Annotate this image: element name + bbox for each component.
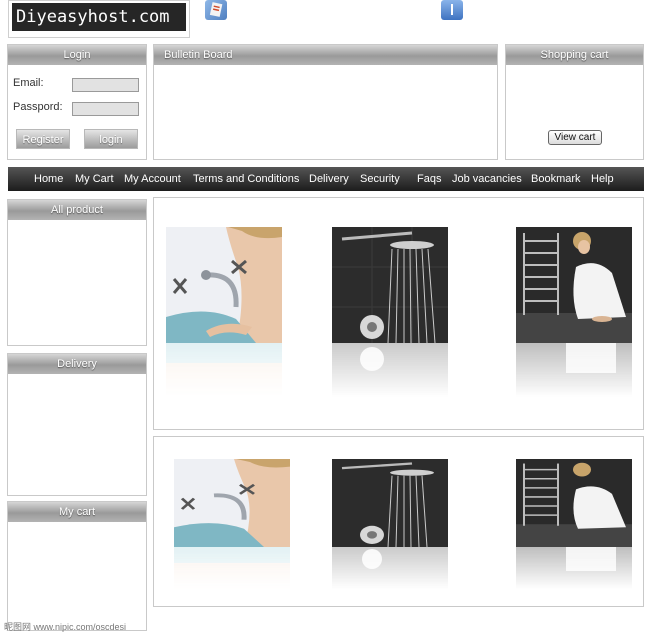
site-logo[interactable]: Diyeasyhost.com [12, 3, 186, 31]
nav-faqs[interactable]: Faqs [417, 167, 441, 191]
all-product-title: All product [8, 200, 146, 220]
towel-rail-photo[interactable] [516, 459, 632, 547]
main-nav: Home My Cart My Account Terms and Condit… [8, 167, 644, 191]
watermark-text: 昵图网 www.nipic.com/oscdesi [4, 622, 127, 632]
nav-job-vacancies[interactable]: Job vacancies [452, 167, 522, 191]
note-icon[interactable] [205, 0, 227, 20]
delivery-title: Delivery [8, 354, 146, 374]
nav-security[interactable]: Security [360, 167, 400, 191]
nav-my-account[interactable]: My Account [124, 167, 181, 191]
bulletin-panel: Bulletin Board [153, 44, 498, 160]
nav-help[interactable]: Help [591, 167, 614, 191]
delivery-panel: Delivery [7, 353, 147, 496]
register-button[interactable]: Register [16, 129, 70, 149]
all-product-panel: All product [7, 199, 147, 346]
shower-reflection [332, 343, 448, 397]
nav-home[interactable]: Home [34, 167, 63, 191]
info-icon[interactable] [441, 0, 463, 20]
nav-delivery[interactable]: Delivery [309, 167, 349, 191]
shower-reflection [332, 547, 448, 589]
nav-bookmark[interactable]: Bookmark [531, 167, 581, 191]
login-title: Login [8, 45, 146, 65]
towel-rail-reflection [516, 547, 632, 589]
login-button[interactable]: login [84, 129, 138, 149]
towel-rail-photo[interactable] [516, 227, 632, 343]
email-label: Email: [13, 77, 44, 89]
view-cart-button[interactable]: View cart [548, 130, 602, 145]
nav-terms[interactable]: Terms and Conditions [193, 167, 299, 191]
email-field[interactable] [72, 78, 139, 92]
faucet-photo[interactable] [174, 459, 290, 547]
faucet-reflection [174, 547, 290, 589]
shower-photo[interactable] [332, 459, 448, 547]
towel-rail-reflection [516, 343, 632, 397]
password-label: Passpord: [13, 101, 63, 113]
bulletin-title: Bulletin Board [154, 45, 497, 65]
faucet-reflection [166, 343, 282, 397]
cart-title: Shopping cart [506, 45, 643, 65]
password-field[interactable] [72, 102, 139, 116]
login-panel: Login Email: Passpord: Register login [7, 44, 147, 160]
cart-panel: Shopping cart View cart [505, 44, 644, 160]
shower-photo[interactable] [332, 227, 448, 343]
faucet-photo[interactable] [166, 227, 282, 343]
nav-my-cart[interactable]: My Cart [75, 167, 114, 191]
my-cart-panel: My cart [7, 501, 147, 631]
my-cart-title: My cart [8, 502, 146, 522]
